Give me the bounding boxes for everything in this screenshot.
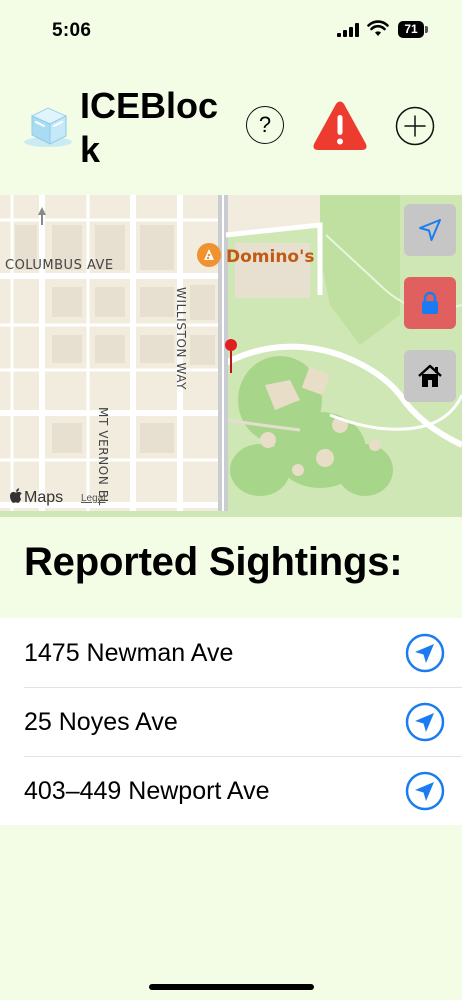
legal-link[interactable]: Legal xyxy=(81,493,105,504)
add-button[interactable] xyxy=(395,106,435,146)
navigate-button[interactable] xyxy=(405,771,445,811)
lock-icon xyxy=(422,291,438,314)
sightings-title: Reported Sightings: xyxy=(24,540,403,584)
battery-icon: 71 xyxy=(398,21,429,38)
warning-icon xyxy=(337,115,343,135)
location-arrow-icon xyxy=(415,644,434,663)
sighting-address: 25 Noyes Ave xyxy=(24,708,178,736)
home-indicator[interactable] xyxy=(149,984,314,990)
navigate-button[interactable] xyxy=(405,702,445,742)
status-time: 5:06 xyxy=(52,20,92,41)
location-arrow-icon xyxy=(415,713,434,732)
recenter-map-button[interactable] xyxy=(404,204,456,256)
help-button[interactable]: ? xyxy=(246,106,284,144)
lock-map-button[interactable] xyxy=(404,277,456,329)
plus-icon xyxy=(404,115,426,137)
street-label: MT VERNON BL xyxy=(96,407,110,506)
sighting-address: 403–449 Newport Ave xyxy=(24,777,270,805)
cellular-signal-icon xyxy=(337,23,359,37)
poi-label[interactable]: Domino's xyxy=(226,247,314,267)
street-label: COLUMBUS AVE xyxy=(5,258,114,273)
report-sighting-button[interactable] xyxy=(312,100,368,152)
sighting-row[interactable]: 1475 Newman Ave xyxy=(0,618,462,687)
sighting-address: 1475 Newman Ave xyxy=(24,639,234,667)
navigate-button[interactable] xyxy=(405,633,445,673)
sighting-row[interactable]: 25 Noyes Ave xyxy=(0,687,462,756)
street-label: WILLISTON WAY xyxy=(174,287,188,391)
map-canvas[interactable] xyxy=(0,195,462,517)
apple-icon xyxy=(10,488,22,503)
maps-logo-text: Maps xyxy=(24,489,64,506)
battery-level: 71 xyxy=(404,22,418,36)
ice-cube-icon xyxy=(24,107,72,147)
location-arrow-icon xyxy=(419,219,441,241)
status-bar: 5:06 71 xyxy=(0,0,462,60)
map-view[interactable]: COLUMBUS AVE WILLISTON WAY MT VERNON BL … xyxy=(0,195,462,517)
house-icon xyxy=(418,364,442,387)
location-arrow-icon xyxy=(415,782,434,801)
wifi-icon xyxy=(367,20,389,36)
maps-attribution: Maps xyxy=(10,488,63,507)
app-title: ICEBlock xyxy=(80,85,219,170)
home-map-button[interactable] xyxy=(404,350,456,402)
sighting-row[interactable]: 403–449 Newport Ave xyxy=(0,756,462,825)
sightings-list: 1475 Newman Ave 25 Noyes Ave 403–449 New… xyxy=(0,618,462,825)
pizza-icon[interactable] xyxy=(197,243,221,267)
